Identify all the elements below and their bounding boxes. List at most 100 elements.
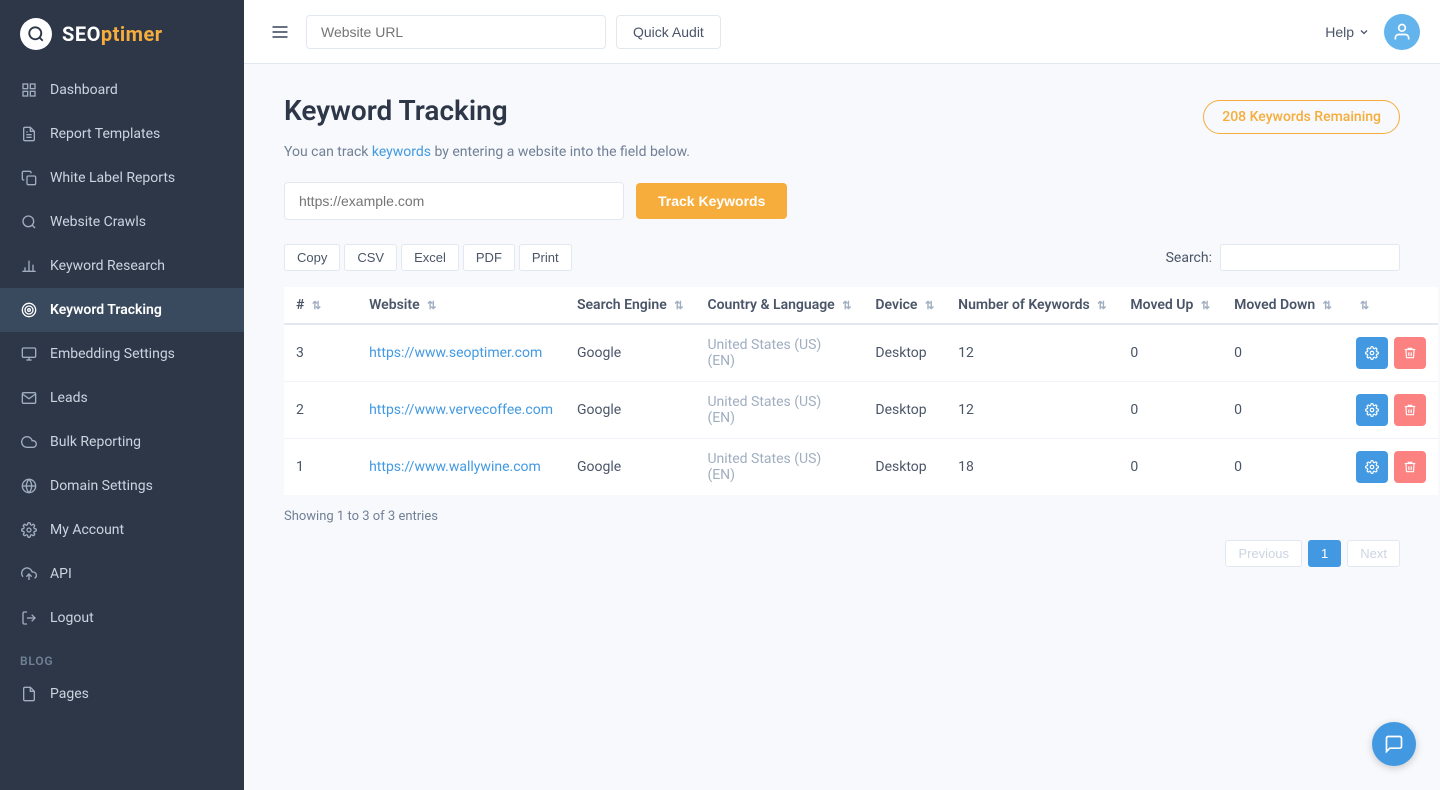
csv-button[interactable]: CSV xyxy=(344,244,397,271)
page-title: Keyword Tracking xyxy=(284,94,508,127)
cell-moved-down: 0 xyxy=(1222,439,1344,496)
export-buttons: Copy CSV Excel PDF Print xyxy=(284,244,572,271)
url-row: Track Keywords xyxy=(284,182,1400,220)
pdf-button[interactable]: PDF xyxy=(463,244,515,271)
sidebar-item-white-label-reports[interactable]: White Label Reports xyxy=(0,156,244,200)
grid-icon xyxy=(20,81,38,99)
table-search-input[interactable] xyxy=(1220,244,1400,271)
chat-bubble[interactable] xyxy=(1372,722,1416,766)
delete-button[interactable] xyxy=(1394,337,1426,369)
cell-actions xyxy=(1344,439,1438,496)
settings-button[interactable] xyxy=(1356,451,1388,483)
sidebar-item-report-templates-label: Report Templates xyxy=(50,126,160,142)
sidebar-item-api-label: API xyxy=(50,566,72,582)
table-row: 1 https://www.wallywine.com Google Unite… xyxy=(284,439,1438,496)
cell-sort xyxy=(333,324,357,382)
cell-actions xyxy=(1344,382,1438,439)
cell-search-engine: Google xyxy=(565,324,695,382)
sidebar-item-website-crawls-label: Website Crawls xyxy=(50,214,146,230)
sidebar-item-bulk-reporting[interactable]: Bulk Reporting xyxy=(0,420,244,464)
previous-page-button[interactable]: Previous xyxy=(1225,540,1302,567)
cell-num: 2 xyxy=(284,382,333,439)
cell-num-keywords: 18 xyxy=(946,439,1118,496)
page-1-button[interactable]: 1 xyxy=(1308,540,1341,567)
cell-moved-up: 0 xyxy=(1118,324,1222,382)
delete-button[interactable] xyxy=(1394,394,1426,426)
keywords-remaining-badge: 208 Keywords Remaining xyxy=(1203,100,1400,134)
table-row: 2 https://www.vervecoffee.com Google Uni… xyxy=(284,382,1438,439)
page-header: Keyword Tracking 208 Keywords Remaining xyxy=(284,94,1400,134)
sidebar-item-leads[interactable]: Leads xyxy=(0,376,244,420)
content-area: Keyword Tracking 208 Keywords Remaining … xyxy=(244,64,1440,790)
subtitle-suffix: by entering a website into the field bel… xyxy=(431,144,690,160)
showing-text: Showing 1 to 3 of 3 entries xyxy=(284,509,1400,524)
main-area: Quick Audit Help Keyword Tracking 208 Ke… xyxy=(244,0,1440,790)
sidebar-item-logout[interactable]: Logout xyxy=(0,596,244,640)
sidebar-item-my-account[interactable]: My Account xyxy=(0,508,244,552)
sidebar-item-keyword-research[interactable]: Keyword Research xyxy=(0,244,244,288)
sidebar-item-website-crawls[interactable]: Website Crawls xyxy=(0,200,244,244)
cell-actions xyxy=(1344,324,1438,382)
sidebar-logo[interactable]: SEOptimer xyxy=(0,0,244,68)
keywords-table: # ⇅ Website ⇅ Search Engine ⇅ Country & … xyxy=(284,287,1438,495)
row-actions xyxy=(1356,451,1426,483)
table-row: 3 https://www.seoptimer.com Google Unite… xyxy=(284,324,1438,382)
website-link[interactable]: https://www.vervecoffee.com xyxy=(369,402,553,418)
row-actions xyxy=(1356,337,1426,369)
cell-moved-up: 0 xyxy=(1118,382,1222,439)
globe-icon xyxy=(20,477,38,495)
track-url-input[interactable] xyxy=(284,182,624,220)
website-link[interactable]: https://www.wallywine.com xyxy=(369,459,541,475)
file-text-icon xyxy=(20,125,38,143)
cell-website: https://www.seoptimer.com xyxy=(357,324,565,382)
col-website: Website ⇅ xyxy=(357,287,565,324)
sidebar-item-bulk-reporting-label: Bulk Reporting xyxy=(50,434,141,450)
col-country-language: Country & Language ⇅ xyxy=(695,287,863,324)
cell-num: 1 xyxy=(284,439,333,496)
col-actions: ⇅ xyxy=(1344,287,1438,324)
col-search-engine: Search Engine ⇅ xyxy=(565,287,695,324)
subtitle-link[interactable]: keywords xyxy=(372,144,431,160)
cell-country: United States (US) (EN) xyxy=(695,382,863,439)
search-icon xyxy=(20,213,38,231)
cell-device: Desktop xyxy=(863,324,946,382)
settings-button[interactable] xyxy=(1356,394,1388,426)
sidebar-item-my-account-label: My Account xyxy=(50,522,124,538)
cell-search-engine: Google xyxy=(565,382,695,439)
cell-search-engine: Google xyxy=(565,439,695,496)
quick-audit-button[interactable]: Quick Audit xyxy=(616,15,721,49)
sidebar-item-keyword-tracking[interactable]: Keyword Tracking xyxy=(0,288,244,332)
next-page-button[interactable]: Next xyxy=(1347,540,1400,567)
sidebar-item-domain-settings[interactable]: Domain Settings xyxy=(0,464,244,508)
sidebar-item-pages[interactable]: Pages xyxy=(0,672,244,716)
help-button[interactable]: Help xyxy=(1325,24,1370,40)
user-avatar[interactable] xyxy=(1384,14,1420,50)
file-icon xyxy=(20,685,38,703)
track-keywords-button[interactable]: Track Keywords xyxy=(636,183,787,219)
hamburger-button[interactable] xyxy=(264,16,296,48)
col-num: # ⇅ xyxy=(284,287,333,324)
topbar: Quick Audit Help xyxy=(244,0,1440,64)
cell-device: Desktop xyxy=(863,382,946,439)
col-empty xyxy=(333,287,357,324)
print-button[interactable]: Print xyxy=(519,244,572,271)
settings-icon xyxy=(20,521,38,539)
sidebar-item-api[interactable]: API xyxy=(0,552,244,596)
cell-device: Desktop xyxy=(863,439,946,496)
cloud-upload-icon xyxy=(20,565,38,583)
sidebar-item-report-templates[interactable]: Report Templates xyxy=(0,112,244,156)
sidebar-item-dashboard[interactable]: Dashboard xyxy=(0,68,244,112)
delete-button[interactable] xyxy=(1394,451,1426,483)
settings-button[interactable] xyxy=(1356,337,1388,369)
blog-section-label: Blog xyxy=(0,644,244,672)
sidebar-item-keyword-research-label: Keyword Research xyxy=(50,258,165,274)
excel-button[interactable]: Excel xyxy=(401,244,459,271)
pagination: Previous 1 Next xyxy=(284,540,1400,567)
col-moved-down: Moved Down ⇅ xyxy=(1222,287,1344,324)
sidebar-item-keyword-tracking-label: Keyword Tracking xyxy=(50,302,162,318)
website-link[interactable]: https://www.seoptimer.com xyxy=(369,345,542,361)
sidebar-item-embedding-settings[interactable]: Embedding Settings xyxy=(0,332,244,376)
sidebar-item-logout-label: Logout xyxy=(50,610,94,626)
website-url-input[interactable] xyxy=(306,15,606,49)
copy-button[interactable]: Copy xyxy=(284,244,340,271)
